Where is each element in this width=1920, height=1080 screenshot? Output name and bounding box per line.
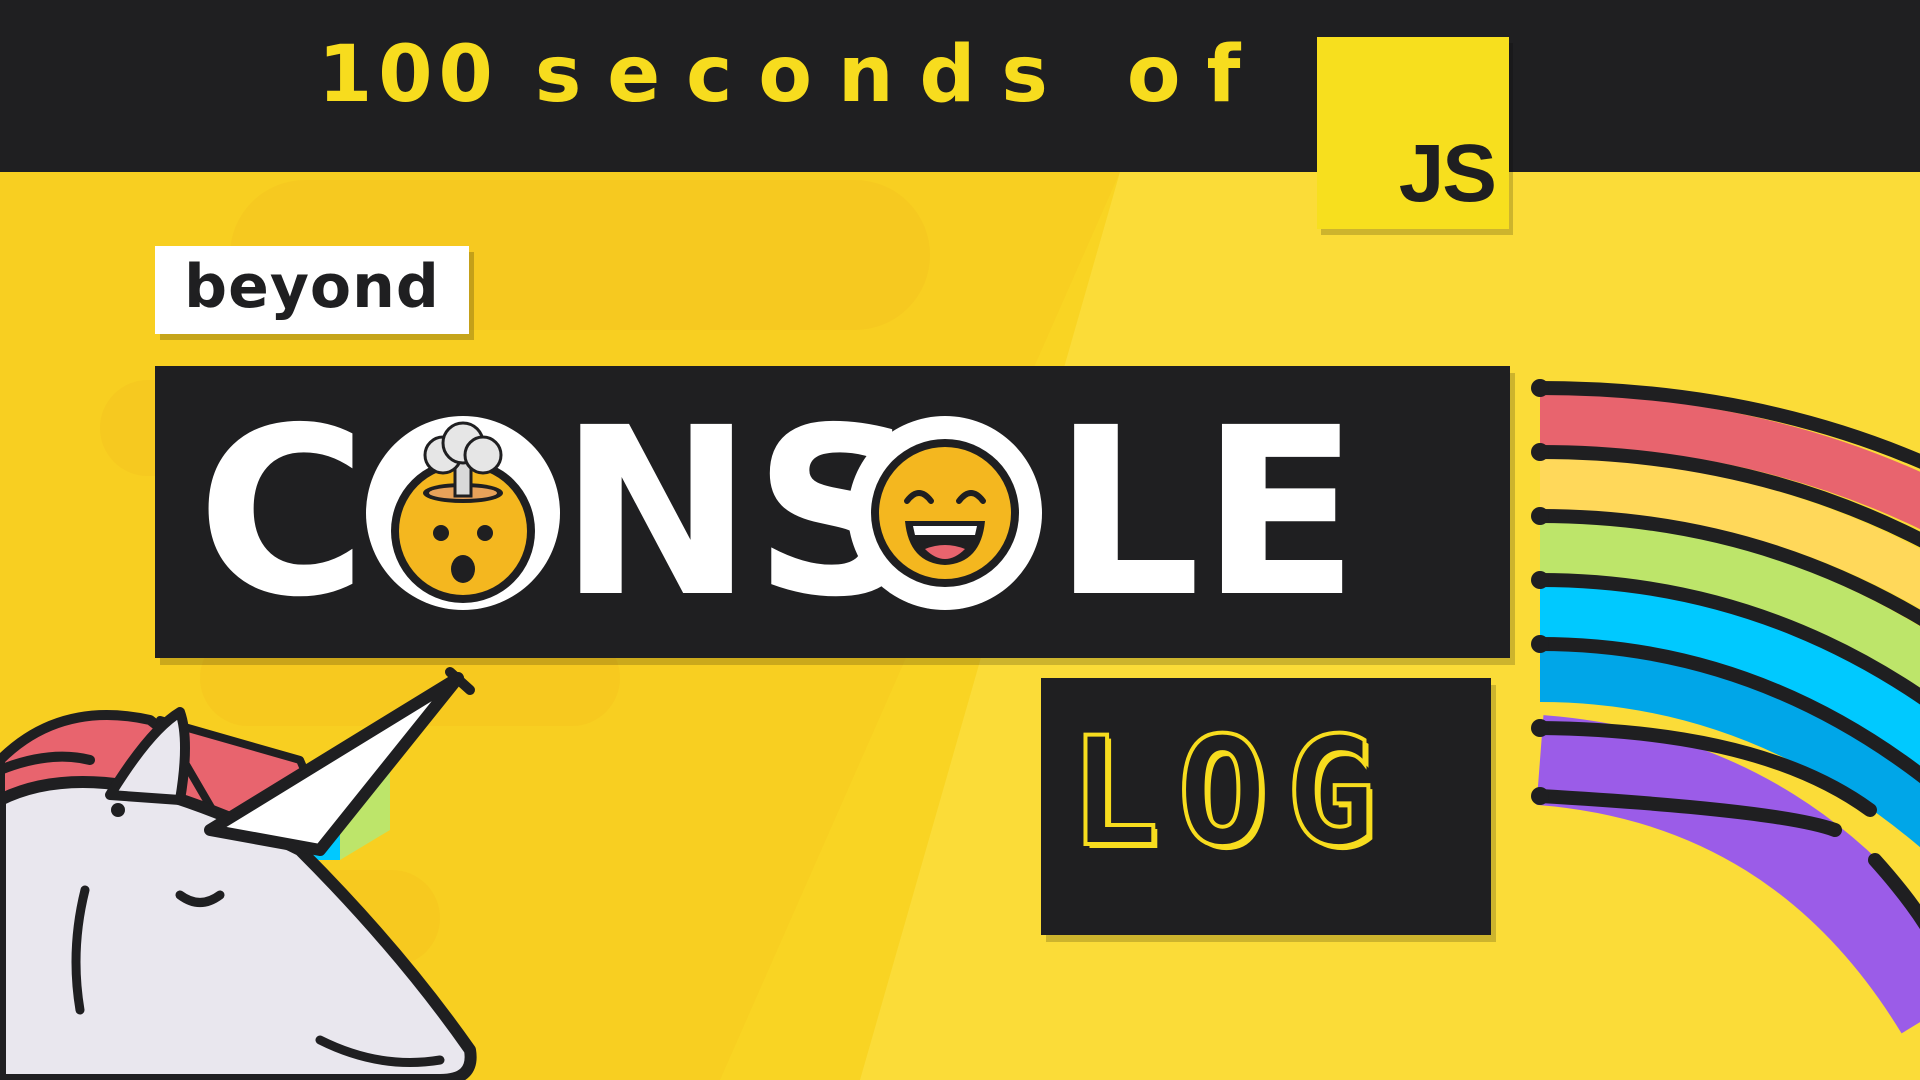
unicorn-icon — [0, 667, 477, 1080]
